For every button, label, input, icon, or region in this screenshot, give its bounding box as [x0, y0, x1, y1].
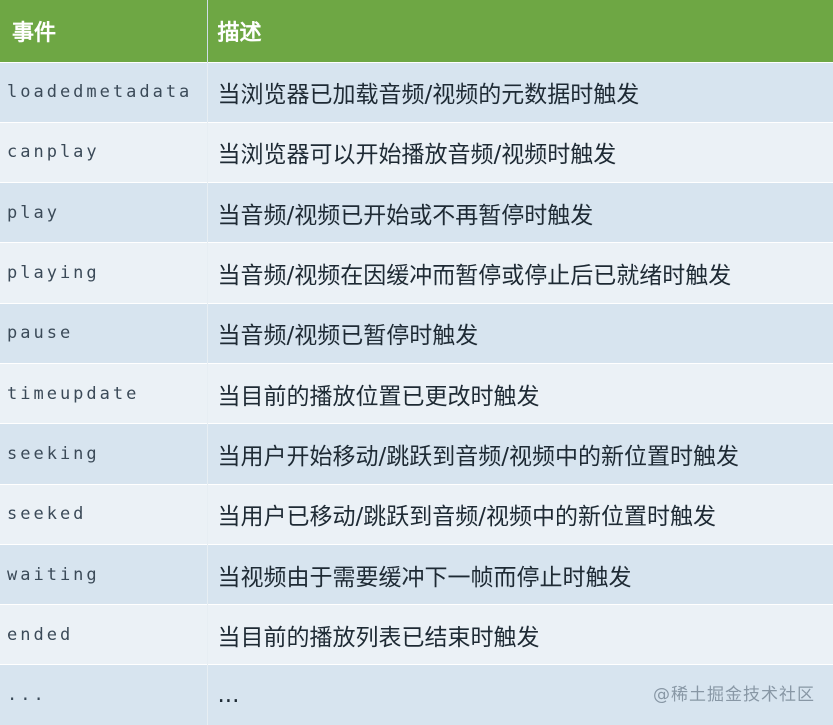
description-cell: 当视频由于需要缓冲下一帧而停止时触发: [207, 543, 833, 605]
description-cell: 当目前的播放列表已结束时触发: [207, 604, 833, 665]
table-row: seeking 当用户开始移动/跳跃到音频/视频中的新位置时触发: [0, 423, 833, 485]
event-description: 当目前的播放列表已结束时触发: [217, 624, 540, 651]
table-body: loadedmetadata 当浏览器已加载音频/视频的元数据时触发 canpl…: [0, 61, 833, 725]
event-name: ended: [7, 624, 74, 645]
event-name: timeupdate: [7, 383, 140, 404]
event-name: seeking: [7, 443, 100, 464]
event-description: 当用户已移动/跳跃到音频/视频中的新位置时触发: [217, 504, 717, 531]
event-name: ...: [7, 685, 47, 706]
table-row: seeked 当用户已移动/跳跃到音频/视频中的新位置时触发: [0, 483, 833, 545]
table-header: 事件 描述: [0, 0, 833, 62]
event-description: 当视频由于需要缓冲下一帧而停止时触发: [217, 564, 632, 591]
event-cell: waiting: [0, 543, 208, 605]
description-cell: 当用户开始移动/跳跃到音频/视频中的新位置时触发: [207, 423, 833, 485]
description-cell: 当音频/视频在因缓冲而暂停或停止后已就绪时触发: [207, 242, 833, 304]
event-cell: timeupdate: [0, 362, 208, 424]
table-row: playing 当音频/视频在因缓冲而暂停或停止后已就绪时触发: [0, 242, 833, 304]
event-cell: loadedmetadata: [0, 61, 208, 123]
event-name: loadedmetadata: [7, 82, 193, 103]
description-cell: 当用户已移动/跳跃到音频/视频中的新位置时触发: [207, 483, 833, 545]
event-name: playing: [7, 263, 100, 284]
event-name: canplay: [7, 142, 100, 163]
event-description: 当音频/视频已开始或不再暂停时触发: [217, 202, 594, 229]
event-cell: play: [0, 182, 208, 243]
event-description: 当用户开始移动/跳跃到音频/视频中的新位置时触发: [217, 443, 740, 470]
event-name: pause: [7, 323, 74, 344]
table-row: canplay 当浏览器可以开始播放音频/视频时触发: [0, 121, 833, 183]
header-row: 事件 描述: [0, 0, 833, 62]
event-cell: pause: [0, 302, 208, 364]
event-description: 当目前的播放位置已更改时触发: [217, 383, 540, 410]
description-cell: 当浏览器可以开始播放音频/视频时触发: [207, 121, 833, 183]
table-row: waiting 当视频由于需要缓冲下一帧而停止时触发: [0, 543, 833, 605]
event-description: ...: [217, 682, 240, 709]
description-cell: 当目前的播放位置已更改时触发: [207, 362, 833, 424]
event-description: 当浏览器可以开始播放音频/视频时触发: [217, 142, 617, 169]
event-description: 当音频/视频已暂停时触发: [217, 323, 479, 350]
event-name: waiting: [7, 564, 100, 585]
event-cell: ended: [0, 604, 208, 665]
event-cell: ...: [0, 664, 208, 725]
table-row: timeupdate 当目前的播放位置已更改时触发: [0, 362, 833, 424]
event-cell: seeking: [0, 423, 208, 485]
event-name: seeked: [7, 504, 87, 525]
table-row: pause 当音频/视频已暂停时触发: [0, 302, 833, 364]
event-cell: canplay: [0, 121, 208, 183]
table-row: play 当音频/视频已开始或不再暂停时触发: [0, 182, 833, 243]
event-description: 当音频/视频在因缓冲而暂停或停止后已就绪时触发: [217, 263, 732, 290]
event-name: play: [7, 202, 60, 223]
header-event: 事件: [0, 0, 208, 62]
events-table: 事件 描述 loadedmetadata 当浏览器已加载音频/视频的元数据时触发…: [0, 0, 833, 725]
table-row: loadedmetadata 当浏览器已加载音频/视频的元数据时触发: [0, 61, 833, 123]
description-cell: 当浏览器已加载音频/视频的元数据时触发: [207, 61, 833, 123]
event-cell: playing: [0, 242, 208, 304]
table-row: ended 当目前的播放列表已结束时触发: [0, 604, 833, 665]
description-cell: 当音频/视频已暂停时触发: [207, 302, 833, 364]
watermark: @稀土掘金技术社区: [653, 685, 815, 705]
description-cell: 当音频/视频已开始或不再暂停时触发: [207, 182, 833, 243]
event-description: 当浏览器已加载音频/视频的元数据时触发: [217, 82, 640, 109]
header-description: 描述: [207, 0, 833, 62]
event-cell: seeked: [0, 483, 208, 545]
